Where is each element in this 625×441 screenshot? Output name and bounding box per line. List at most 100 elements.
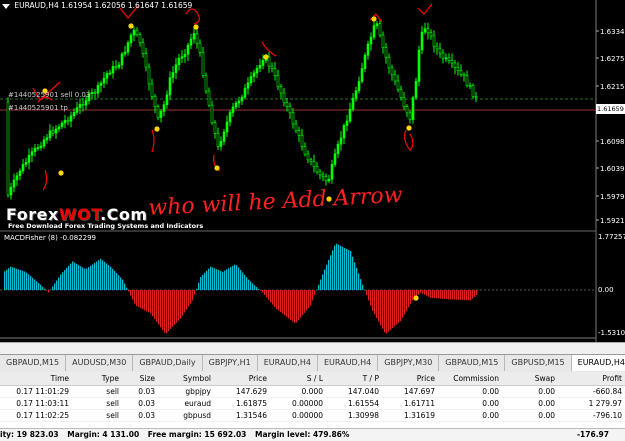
candle-body bbox=[27, 155, 31, 163]
candle-body bbox=[132, 29, 136, 36]
candle-body bbox=[396, 80, 400, 91]
column-header[interactable]: Price bbox=[382, 372, 438, 386]
candle-body bbox=[375, 23, 379, 26]
candle-body bbox=[294, 123, 298, 131]
macd-bar bbox=[212, 267, 214, 290]
macd-bar bbox=[20, 270, 22, 290]
macd-bar bbox=[48, 290, 50, 293]
column-header[interactable]: Time bbox=[0, 372, 72, 386]
macd-bar bbox=[156, 290, 158, 322]
candle-body bbox=[57, 126, 61, 130]
candle-body bbox=[417, 49, 421, 82]
macd-bar bbox=[270, 290, 272, 303]
macd-bar bbox=[116, 273, 118, 290]
table-cell: sell bbox=[72, 409, 122, 422]
macd-bar bbox=[404, 290, 406, 315]
candle-body bbox=[441, 52, 445, 59]
macd-bar bbox=[216, 269, 218, 290]
column-header[interactable]: Type bbox=[72, 372, 122, 386]
macd-bar bbox=[380, 290, 382, 326]
macd-bar bbox=[376, 290, 378, 318]
candle-body bbox=[165, 94, 169, 105]
candle-body bbox=[471, 85, 475, 97]
macd-bar bbox=[358, 273, 360, 290]
chart-tab[interactable]: EURAUD,H4 bbox=[571, 355, 625, 371]
candle-body bbox=[432, 35, 436, 47]
table-row[interactable]: 0.17 11:03:11 sell 0.03 euraud 1.61875 0.0000… bbox=[0, 397, 625, 410]
macd-bar bbox=[194, 290, 196, 295]
macd-bar bbox=[206, 270, 208, 290]
chart-ohlc: 1.61954 1.62056 1.61647 1.61659 bbox=[61, 1, 193, 10]
chart-tab[interactable]: GBPJPY,H1 bbox=[203, 355, 258, 371]
chart-area[interactable]: 1.63340 1.62750 1.62150 1.60980 1.60390 1.597… bbox=[0, 0, 625, 342]
candle-body bbox=[54, 128, 58, 134]
table-cell: sell bbox=[72, 385, 122, 398]
macd-bar bbox=[472, 290, 474, 299]
candle-body bbox=[135, 29, 139, 35]
column-header[interactable]: Swap bbox=[502, 372, 558, 386]
chart-tab[interactable]: GBPUSD,M15 bbox=[505, 355, 572, 371]
annotation-stroke bbox=[42, 169, 48, 191]
price-tick-label: 1.60980 bbox=[600, 138, 625, 146]
annotation-dot bbox=[413, 295, 419, 301]
macd-bar bbox=[114, 270, 116, 290]
chart-tab[interactable]: EURAUD,H4 bbox=[318, 355, 379, 371]
column-header[interactable]: Symbol bbox=[158, 372, 214, 386]
macd-bar bbox=[474, 290, 476, 297]
macd-bar bbox=[196, 288, 198, 290]
candle-body bbox=[306, 153, 310, 161]
table-cell: 0.000 bbox=[270, 385, 326, 398]
chart-tab[interactable]: AUDUSD,M30 bbox=[66, 355, 134, 371]
macd-bar bbox=[170, 290, 172, 329]
chart-tab[interactable]: GBPAUD,Daily bbox=[133, 355, 203, 371]
macd-bar bbox=[466, 290, 468, 301]
column-header[interactable]: Commission bbox=[438, 372, 502, 386]
price-tick-label: 1.62150 bbox=[600, 83, 625, 91]
chart-tab[interactable]: GBPJPY,M30 bbox=[378, 355, 440, 371]
candle-body bbox=[237, 100, 241, 104]
macd-bar bbox=[68, 265, 70, 290]
candle-body bbox=[363, 54, 367, 69]
candle-body bbox=[120, 53, 124, 66]
column-header[interactable]: S / L bbox=[270, 372, 326, 386]
candle-body bbox=[252, 72, 256, 77]
macd-bar bbox=[330, 255, 332, 290]
annotation-dot bbox=[128, 23, 134, 29]
candle-body bbox=[408, 112, 412, 120]
macd-bar bbox=[396, 290, 398, 325]
macd-bar bbox=[64, 270, 66, 290]
chart-tab[interactable]: EURAUD,H4 bbox=[258, 355, 318, 371]
candle-body bbox=[444, 57, 448, 60]
collapse-triangle-icon[interactable] bbox=[2, 3, 10, 9]
macd-bar bbox=[102, 260, 104, 290]
chart-tab[interactable]: GBPAUD,M15 bbox=[439, 355, 506, 371]
column-header[interactable]: Profit bbox=[558, 372, 625, 386]
macd-bar bbox=[54, 283, 56, 290]
macd-bar bbox=[338, 244, 340, 290]
macd-bar bbox=[242, 272, 244, 290]
candle-body bbox=[225, 121, 229, 133]
macd-bar bbox=[34, 279, 36, 290]
price-chart[interactable]: 1.63340 1.62750 1.62150 1.60980 1.60390 1.597… bbox=[0, 0, 625, 342]
table-cell: 0.00 bbox=[438, 397, 502, 410]
macd-bar bbox=[456, 290, 458, 300]
candle-body bbox=[51, 130, 55, 134]
macd-bar bbox=[452, 290, 454, 300]
macd-bar bbox=[22, 270, 24, 290]
column-header[interactable]: Price bbox=[214, 372, 270, 386]
macd-bar bbox=[426, 290, 428, 296]
column-header[interactable]: Size bbox=[122, 372, 158, 386]
macd-bar bbox=[340, 245, 342, 290]
macd-bar bbox=[420, 290, 422, 293]
candle-body bbox=[381, 34, 385, 48]
table-row[interactable]: 0.17 11:02:25 sell 0.03 gbpusd 1.31546 0.0000… bbox=[0, 409, 625, 422]
macd-bar bbox=[334, 245, 336, 290]
table-row[interactable]: 0.17 11:01:29 sell 0.03 gbpjpy 147.629 0.000 1… bbox=[0, 385, 625, 398]
table-cell: gbpusd bbox=[158, 409, 214, 422]
macd-bar bbox=[78, 265, 80, 290]
macd-bar bbox=[150, 290, 152, 314]
chart-tab[interactable]: GBPAUD,M15 bbox=[0, 355, 67, 371]
column-header[interactable]: T / P bbox=[326, 372, 382, 386]
candle-body bbox=[189, 38, 193, 46]
candle-body bbox=[288, 106, 292, 114]
